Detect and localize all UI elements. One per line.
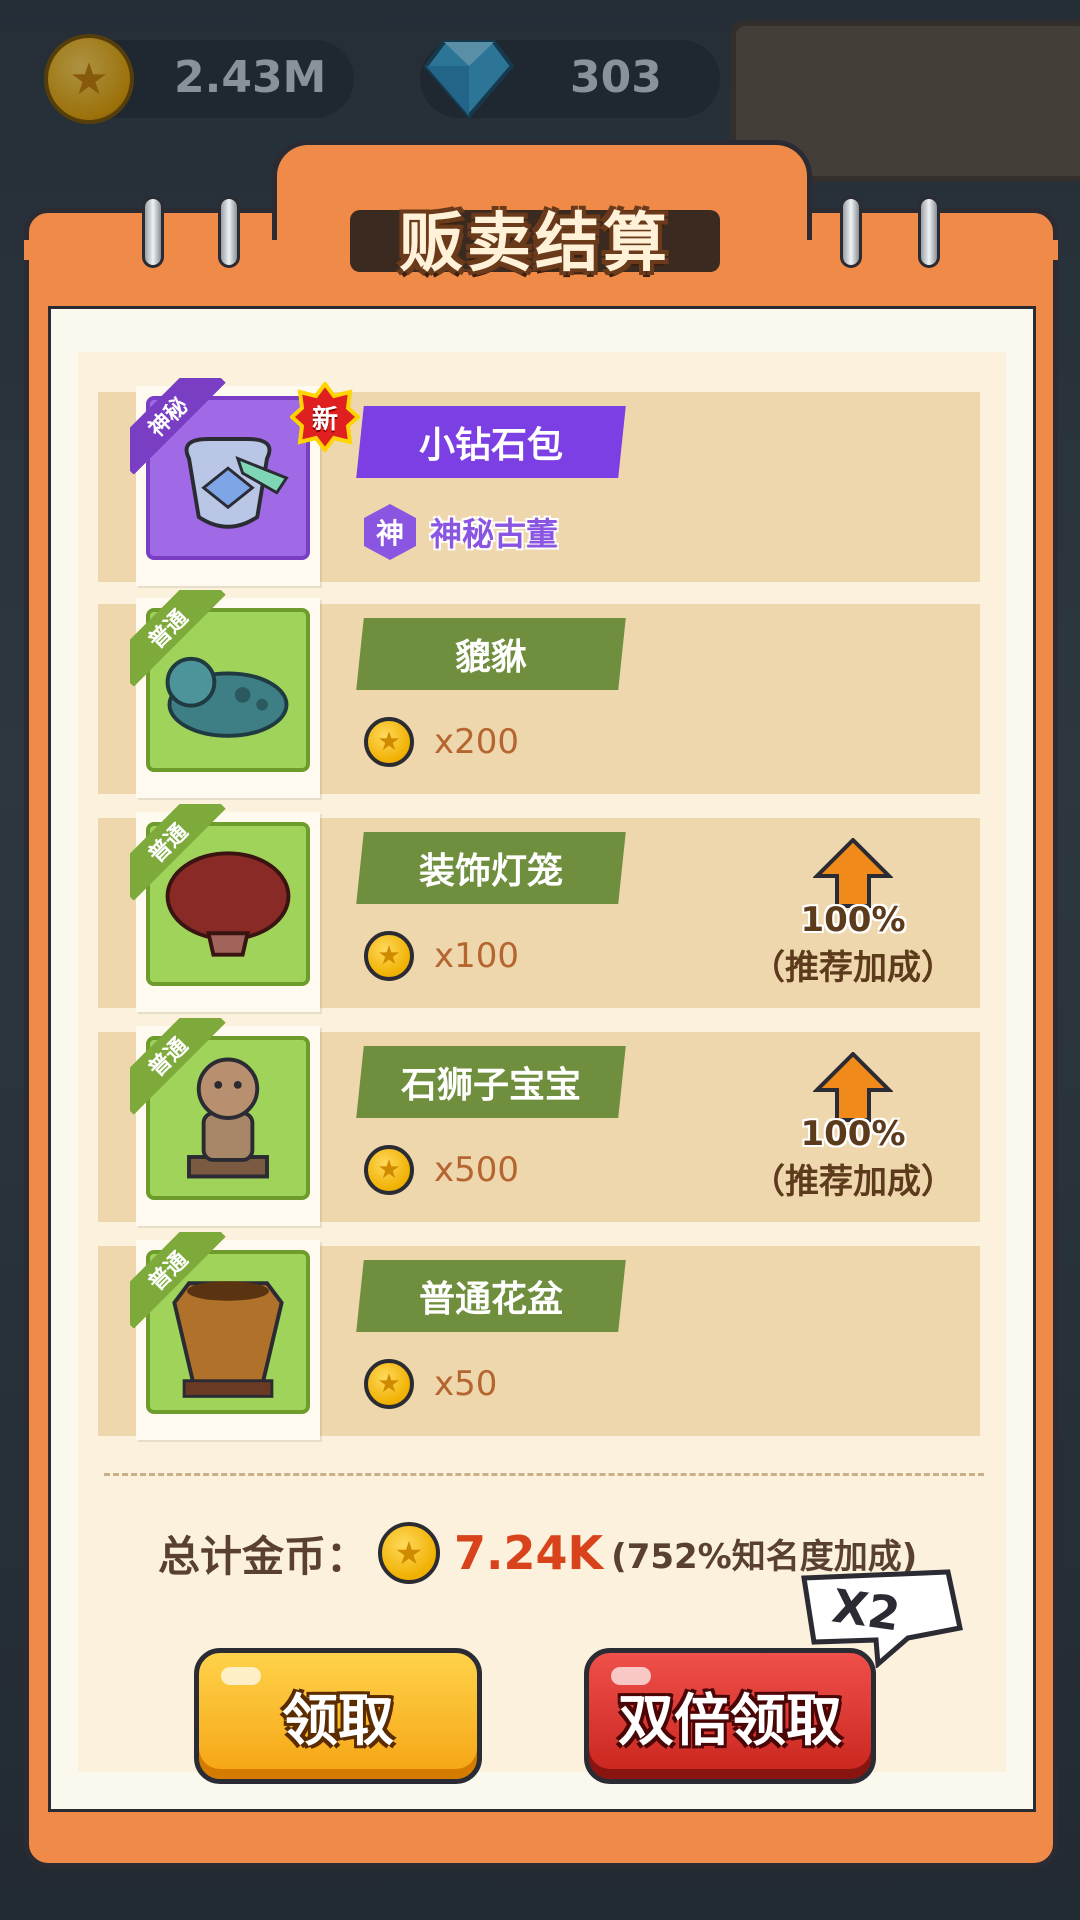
double-claim-button[interactable]: 双倍领取 [584, 1648, 876, 1784]
item-name-plate: 普通花盆 [356, 1260, 626, 1332]
total-label: 总计金币： [158, 1531, 369, 1581]
mystic-rarity-icon: 神 [364, 504, 416, 560]
item-name-plate: 小钻石包 [356, 406, 626, 478]
list-item[interactable]: 神秘 新 小钻石包 神 神秘古董 [98, 378, 980, 586]
item-price: ★ x200 [364, 714, 519, 770]
price-value: x100 [434, 936, 520, 976]
coin-icon: ★ [378, 1522, 441, 1584]
rarity-label: 神 神秘古董 [364, 504, 558, 560]
up-arrow-icon [812, 837, 894, 908]
bonus-label: （推荐加成） [751, 1162, 955, 1202]
item-name: 普通花盆 [418, 1279, 563, 1320]
binder-ring [840, 196, 862, 268]
dialog-title: 贩卖结算 [399, 207, 671, 281]
item-card: 普通 [130, 804, 320, 1012]
item-card: 普通 [130, 590, 320, 798]
item-name: 小钻石包 [418, 425, 563, 466]
item-price: ★ x50 [364, 1356, 497, 1412]
item-card: 普通 [130, 1018, 320, 1226]
item-name: 石狮子宝宝 [400, 1065, 581, 1106]
binder-ring [142, 196, 164, 268]
binder-ring [918, 196, 940, 268]
rarity-tag: 神秘 [130, 378, 226, 474]
button-shine [611, 1667, 651, 1685]
recommend-bonus: 100% （推荐加成） [748, 1051, 958, 1203]
double-claim-button-label: 双倍领取 [618, 1688, 842, 1754]
item-price: ★ x100 [364, 928, 519, 984]
rarity-tag: 普通 [130, 1232, 226, 1328]
item-name: 貔貅 [454, 637, 527, 678]
item-price: ★ x500 [364, 1142, 519, 1198]
rarity-tag: 普通 [130, 1018, 226, 1114]
price-value: x500 [434, 1150, 520, 1190]
price-value: x200 [434, 722, 520, 762]
coin-icon: ★ [364, 1359, 414, 1409]
x2-text: X2 [829, 1579, 903, 1642]
bonus-label: （推荐加成） [751, 948, 955, 988]
bonus-percent: 100% [800, 900, 906, 940]
up-arrow-icon [812, 1051, 894, 1122]
binder-ring [218, 196, 240, 268]
list-item[interactable]: 普通 石狮子宝宝 ★ x500 100% （推荐加成） [98, 1018, 980, 1226]
bonus-percent: 100% [800, 1114, 906, 1154]
list-item[interactable]: 普通 普通花盆 ★ x50 [98, 1232, 980, 1440]
button-shine [221, 1667, 261, 1685]
rarity-tag: 普通 [130, 590, 226, 686]
item-card: 神秘 新 [130, 378, 360, 586]
recommend-bonus: 100% （推荐加成） [748, 837, 958, 989]
price-value: x50 [434, 1364, 498, 1404]
new-badge: 新 [290, 382, 360, 452]
item-card: 普通 [130, 1232, 320, 1440]
item-name-plate: 貔貅 [356, 618, 626, 690]
coin-icon: ★ [364, 1145, 414, 1195]
item-name-plate: 装饰灯笼 [356, 832, 626, 904]
coin-icon: ★ [364, 717, 414, 767]
claim-button-label: 领取 [282, 1688, 394, 1754]
list-item[interactable]: 普通 貔貅 ★ x200 [98, 590, 980, 798]
total-value: 7.24K [454, 1526, 604, 1580]
divider [104, 1473, 984, 1476]
rarity-text: 神秘古董 [430, 515, 559, 553]
rarity-tag: 普通 [130, 804, 226, 900]
item-name: 装饰灯笼 [418, 851, 563, 892]
coin-icon: ★ [364, 931, 414, 981]
claim-button[interactable]: 领取 [194, 1648, 482, 1784]
item-name-plate: 石狮子宝宝 [356, 1046, 626, 1118]
list-item[interactable]: 普通 装饰灯笼 ★ x100 100% （推荐加成） [98, 804, 980, 1012]
